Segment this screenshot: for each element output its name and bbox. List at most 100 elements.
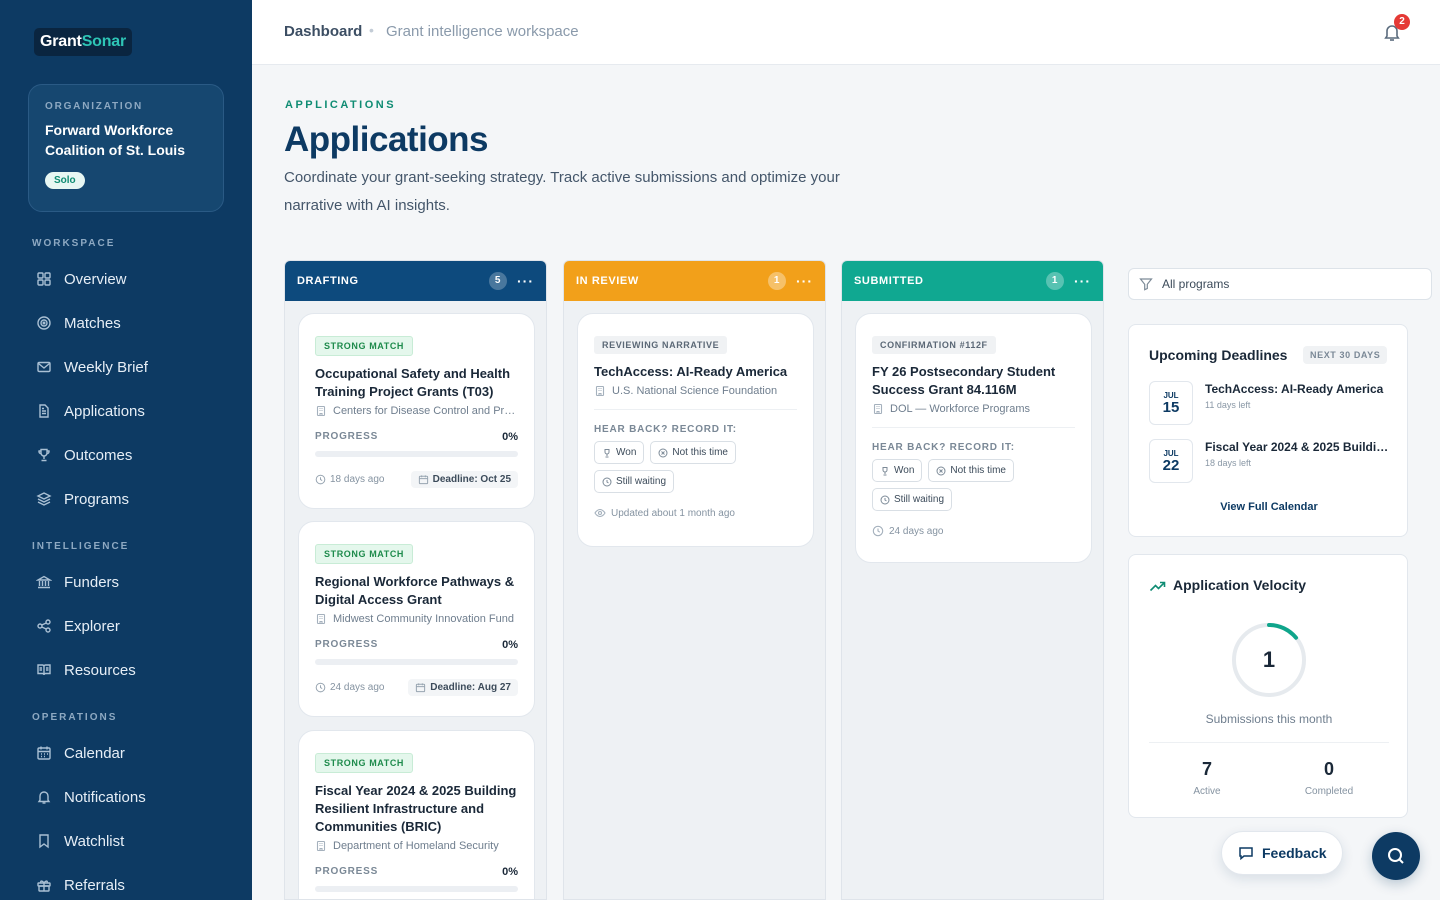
application-card[interactable]: REVIEWING NARRATIVE TechAccess: AI-Ready… — [577, 313, 814, 547]
sidebar-item-outcomes[interactable]: Outcomes — [36, 444, 132, 466]
card-title: TechAccess: AI-Ready America — [594, 364, 788, 379]
velocity-caption: Submissions this month — [1205, 712, 1333, 726]
sidebar-item-explorer[interactable]: Explorer — [36, 615, 120, 637]
building-icon — [316, 840, 326, 852]
sidebar-item-calendar[interactable]: Calendar — [36, 742, 125, 764]
card-title: Fiscal Year 2024 & 2025 Building Resilie… — [315, 783, 517, 834]
application-card[interactable]: STRONG MATCH Regional Workforce Pathways… — [298, 521, 535, 717]
program-filter[interactable]: All programs — [1128, 268, 1432, 300]
sidebar-item-programs[interactable]: Programs — [36, 488, 129, 510]
logo-text-sonar: Sonar — [81, 33, 127, 50]
application-velocity-panel: Application Velocity 1 Submissions this … — [1128, 554, 1408, 818]
sidebar-item-overview[interactable]: Overview — [36, 268, 127, 290]
sidebar-item-weekly-brief[interactable]: Weekly Brief — [36, 356, 148, 378]
sidebar-item-label: Matches — [64, 314, 121, 332]
progress-value: 0% — [502, 639, 518, 651]
card-meta: 24 days ago Deadline: Aug 27 — [315, 679, 518, 696]
calendar-icon — [418, 475, 428, 485]
progress-label: PROGRESS — [315, 866, 379, 877]
funder-line: Department of Homeland Security — [315, 840, 518, 852]
progress-label: PROGRESS — [315, 639, 379, 650]
sidebar-item-referrals[interactable]: Referrals — [36, 874, 125, 896]
search-icon — [1388, 848, 1404, 864]
deadlines-range-pill: NEXT 30 DAYS — [1303, 346, 1388, 364]
view-full-calendar-link[interactable]: View Full Calendar — [1129, 501, 1409, 513]
sidebar-item-funders[interactable]: Funders — [36, 571, 119, 593]
sidebar-item-applications[interactable]: Applications — [36, 400, 145, 422]
application-card[interactable]: STRONG MATCH Fiscal Year 2024 & 2025 Bui… — [298, 730, 535, 899]
won-button[interactable]: Won — [594, 441, 645, 464]
breadcrumb-current: Grant intelligence workspace — [386, 23, 579, 40]
deadline-item[interactable]: JUL 15 TechAccess: AI-Ready America 11 d… — [1149, 381, 1389, 425]
column-header: IN REVIEW 1 ··· — [564, 261, 825, 301]
breadcrumb-dashboard[interactable]: Dashboard — [284, 23, 362, 40]
sidebar-item-watchlist[interactable]: Watchlist — [36, 830, 124, 852]
card-age: 24 days ago — [330, 682, 385, 693]
feedback-button[interactable]: Feedback — [1221, 831, 1343, 875]
logo[interactable]: GrantSonar — [34, 28, 133, 56]
column-header: SUBMITTED 1 ··· — [842, 261, 1103, 301]
date-box: JUL 15 — [1149, 381, 1193, 425]
column-submitted: SUBMITTED 1 ··· CONFIRMATION #112F FY 26… — [841, 260, 1104, 900]
deadline-item[interactable]: JUL 22 Fiscal Year 2024 & 2025 Building … — [1149, 439, 1389, 483]
deadline-text: Deadline: Aug 27 — [430, 682, 511, 693]
page-title: Applications — [284, 120, 489, 159]
sidebar-item-label: Explorer — [64, 617, 120, 635]
still-waiting-button[interactable]: Still waiting — [872, 488, 953, 511]
calendar-icon — [416, 683, 426, 693]
funder-line: U.S. National Science Foundation — [594, 385, 797, 397]
outcome-buttons: Won Not this time Still waiting — [872, 459, 1075, 511]
gift-icon — [37, 880, 51, 892]
upcoming-deadlines-panel: Upcoming Deadlines NEXT 30 DAYS JUL 15 T… — [1128, 324, 1408, 537]
still-waiting-label: Still waiting — [894, 494, 945, 505]
active-label: Active — [1193, 786, 1221, 797]
card-title: Regional Workforce Pathways & Digital Ac… — [315, 574, 515, 607]
progress-row: PROGRESS 0% — [315, 431, 518, 443]
date-day: 22 — [1162, 457, 1180, 474]
sidebar-item-notifications[interactable]: Notifications — [36, 786, 146, 808]
trophy-icon — [604, 448, 610, 457]
won-button[interactable]: Won — [872, 459, 923, 482]
sidebar-item-label: Weekly Brief — [64, 358, 148, 376]
completed-count: 0 — [1323, 759, 1334, 779]
trending-up-icon — [1149, 581, 1166, 592]
match-tag: STRONG MATCH — [315, 544, 414, 564]
page-eyebrow: APPLICATIONS — [285, 99, 397, 111]
sidebar: GrantSonar ORGANIZATION Forward Workforc… — [0, 0, 252, 900]
still-waiting-button[interactable]: Still waiting — [594, 470, 675, 493]
clock-icon — [602, 477, 612, 486]
calendar-icon — [37, 746, 51, 760]
not-this-time-button[interactable]: Not this time — [928, 459, 1014, 482]
column-count: 5 — [489, 272, 507, 290]
application-card[interactable]: STRONG MATCH Occupational Safety and Hea… — [298, 313, 535, 509]
deadlines-title: Upcoming Deadlines — [1149, 347, 1288, 363]
feedback-label: Feedback — [1262, 845, 1327, 861]
share-icon — [37, 619, 51, 633]
card-age: 18 days ago — [330, 474, 385, 485]
section-operations: OPERATIONS — [32, 712, 118, 723]
completed-label: Completed — [1304, 786, 1354, 797]
x-circle-icon — [936, 466, 946, 475]
sidebar-item-label: Outcomes — [64, 446, 133, 464]
still-waiting-label: Still waiting — [616, 476, 667, 487]
divider — [594, 409, 797, 410]
card-age-line: 24 days ago — [872, 525, 1075, 537]
column-menu-button[interactable]: ··· — [1074, 274, 1091, 288]
bookmark-icon — [39, 834, 49, 849]
trophy-icon — [38, 448, 50, 462]
trophy-icon — [882, 466, 888, 475]
sidebar-item-resources[interactable]: Resources — [36, 659, 136, 681]
confirmation-tag: CONFIRMATION #112F — [872, 336, 996, 354]
column-menu-button[interactable]: ··· — [517, 274, 534, 288]
search-fab-button[interactable] — [1372, 832, 1420, 880]
progress-bar — [315, 659, 518, 665]
not-this-time-button[interactable]: Not this time — [650, 441, 736, 464]
sidebar-item-matches[interactable]: Matches — [36, 312, 121, 334]
section-intelligence: INTELLIGENCE — [32, 541, 130, 552]
card-age: 24 days ago — [889, 525, 944, 537]
card-title: Occupational Safety and Health Training … — [315, 366, 511, 399]
column-menu-button[interactable]: ··· — [796, 274, 813, 288]
application-card[interactable]: CONFIRMATION #112F FY 26 Postsecondary S… — [855, 313, 1092, 563]
status-tag: REVIEWING NARRATIVE — [594, 336, 728, 354]
org-card[interactable]: ORGANIZATION Forward Workforce Coalition… — [28, 84, 224, 212]
